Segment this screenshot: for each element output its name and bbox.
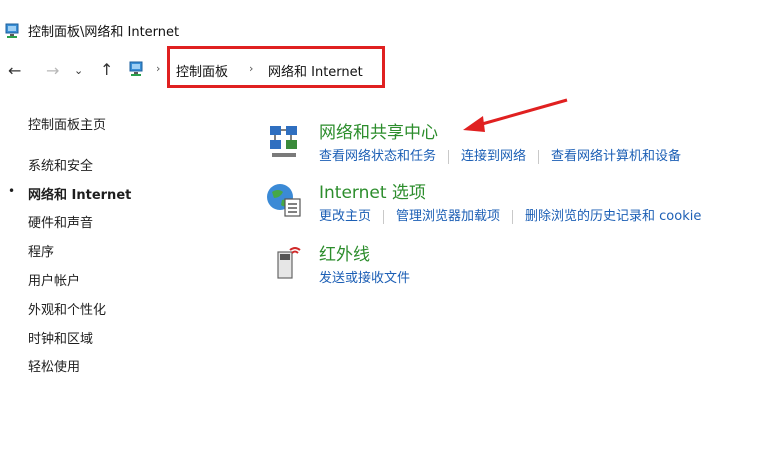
address-location-icon [129,61,143,76]
up-button[interactable]: ↑ [100,61,113,79]
category-links-network-sharing: 查看网络状态和任务 连接到网络 查看网络计算机和设备 [319,145,681,164]
sidebar-home-link[interactable]: 控制面板主页 [28,114,106,133]
internet-options-icon [267,184,301,217]
back-button[interactable]: ← [8,62,21,80]
sidebar-item-programs[interactable]: 程序 [28,241,54,260]
category-links-internet-options: 更改主页 管理浏览器加载项 删除浏览的历史记录和 cookie [319,205,701,224]
link-connect-to-network[interactable]: 连接到网络 [461,149,526,164]
sidebar-item-system-security[interactable]: 系统和安全 [28,155,93,174]
annotation-highlight-box [167,46,385,88]
window-title: 控制面板\网络和 Internet [28,25,180,40]
link-divider [538,149,540,164]
forward-button[interactable]: → [46,62,59,80]
link-divider [448,149,450,164]
link-send-receive-files[interactable]: 发送或接收文件 [319,271,410,286]
infrared-icon [277,247,301,279]
link-manage-addons[interactable]: 管理浏览器加载项 [396,209,500,224]
control-panel-icon [5,23,19,38]
active-bullet-icon: • [8,184,16,198]
link-delete-history[interactable]: 删除浏览的历史记录和 cookie [525,209,701,224]
recent-dropdown-icon[interactable]: ⌄ [74,62,83,80]
link-divider [512,209,514,224]
title-bar: 控制面板\网络和 Internet [0,0,765,44]
link-view-network-computers[interactable]: 查看网络计算机和设备 [551,149,681,164]
network-sharing-icon [270,126,297,157]
category-infrared: 红外线 发送或接收文件 [262,240,762,290]
annotation-arrow-icon [463,98,568,132]
category-title-infrared[interactable]: 红外线 [319,240,370,265]
link-divider [383,209,385,224]
category-internet-options: Internet 选项 更改主页 管理浏览器加载项 删除浏览的历史记录和 cooki… [262,178,762,228]
sidebar-item-ease-of-access[interactable]: 轻松使用 [28,356,80,375]
sidebar-item-hardware-sound[interactable]: 硬件和声音 [28,212,93,231]
link-change-homepage[interactable]: 更改主页 [319,209,371,224]
sidebar-item-appearance[interactable]: 外观和个性化 [28,299,106,318]
category-links-infrared: 发送或接收文件 [319,267,410,286]
link-view-network-status[interactable]: 查看网络状态和任务 [319,149,436,164]
sidebar-item-network-internet[interactable]: 网络和 Internet [28,184,131,203]
sidebar-item-user-accounts[interactable]: 用户帐户 [28,270,80,289]
sidebar-item-clock-region[interactable]: 时钟和区域 [28,328,93,347]
breadcrumb-separator-icon: › [156,62,161,75]
category-title-internet-options[interactable]: Internet 选项 [319,178,426,203]
category-title-network-sharing[interactable]: 网络和共享中心 [319,118,438,143]
